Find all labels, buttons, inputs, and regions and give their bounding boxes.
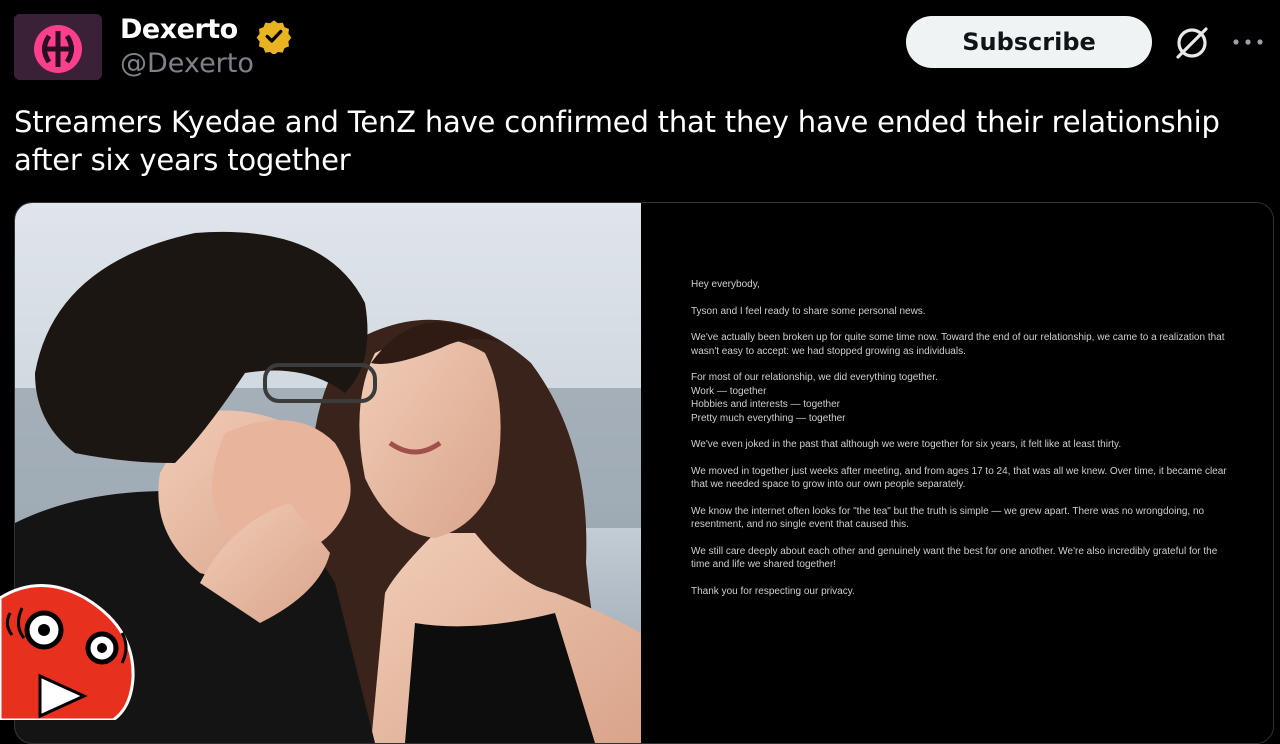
reaction-sticker-icon	[0, 584, 135, 720]
statement-paragraph: Thank you for respecting our privacy.	[691, 585, 855, 597]
statement-paragraph: We moved in together just weeks after me…	[691, 465, 1227, 491]
statement-paragraph: We still care deeply about each other an…	[691, 545, 1218, 571]
statement-text: Hey everybody, Tyson and I feel ready to…	[691, 278, 1236, 611]
statement-paragraph: We've even joked in the past that althou…	[691, 439, 1122, 450]
statement-paragraph: We know the internet often looks for "th…	[691, 505, 1205, 531]
dexerto-logo-icon	[14, 14, 102, 80]
post-media[interactable]: Hey everybody, Tyson and I feel ready to…	[14, 202, 1274, 744]
statement-paragraph: Hey everybody,	[691, 279, 760, 290]
subscribe-button[interactable]: Subscribe	[906, 16, 1152, 68]
post-text: Streamers Kyedae and TenZ have confirmed…	[14, 105, 1220, 177]
author-handle[interactable]: @Dexerto	[120, 48, 254, 79]
statement-paragraph: For most of our relationship, we did eve…	[691, 372, 938, 424]
more-options-icon[interactable]	[1226, 22, 1270, 62]
statement-paragraph: We've actually been broken up for quite …	[691, 332, 1225, 357]
verified-badge-icon	[256, 20, 292, 54]
statement-image[interactable]: Hey everybody, Tyson and I feel ready to…	[641, 203, 1273, 743]
author-avatar[interactable]	[14, 14, 102, 80]
statement-paragraph: Tyson and I feel ready to share some per…	[691, 305, 926, 317]
grok-icon[interactable]	[1172, 23, 1212, 63]
author-name[interactable]: Dexerto	[120, 14, 238, 45]
